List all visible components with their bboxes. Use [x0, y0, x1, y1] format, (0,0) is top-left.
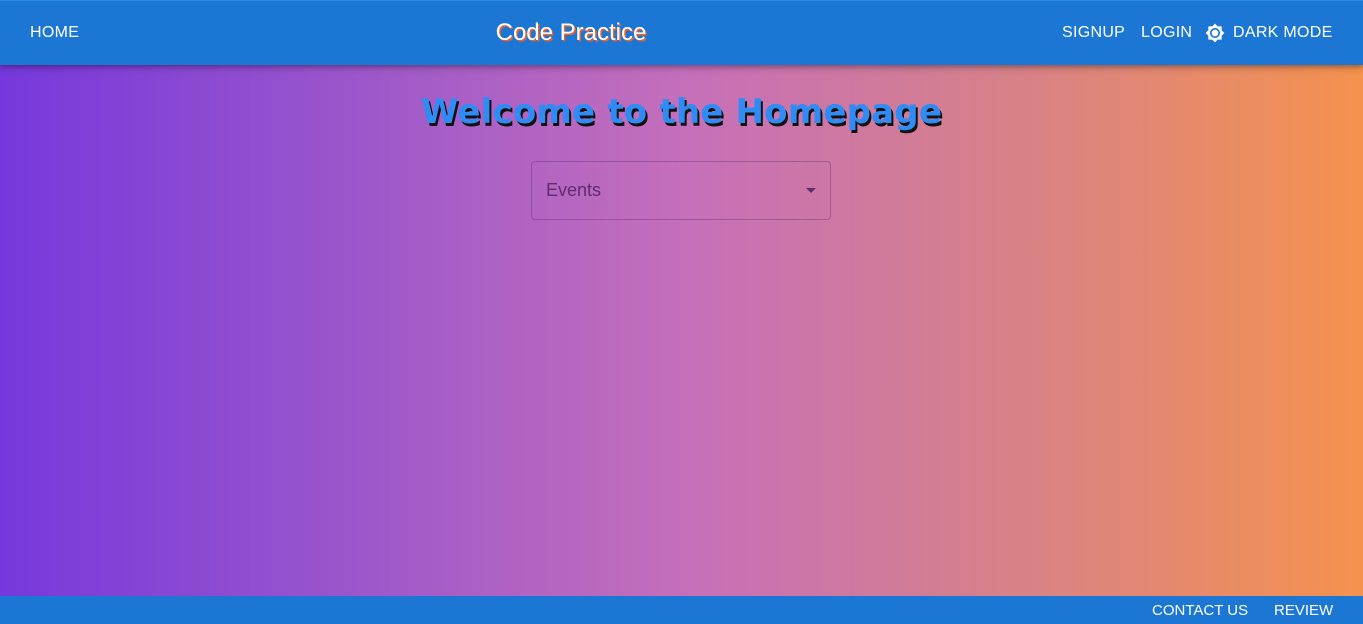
home-button[interactable]: HOME: [30, 1, 79, 65]
app-title: Code Practice: [495, 19, 647, 46]
events-select[interactable]: Events: [531, 161, 831, 220]
select-value: Events: [546, 180, 602, 200]
page-heading: Welcome to the Homepage: [420, 92, 943, 132]
brightness-icon: [1205, 23, 1225, 43]
top-app-bar: HOME Code Practice SIGNUP LOGIN DARK MOD…: [0, 0, 1363, 65]
dark-mode-button[interactable]: DARK MODE: [1205, 1, 1333, 65]
footer-bar: CONTACT US REVIEW: [0, 596, 1363, 624]
contact-us-button[interactable]: CONTACT US: [1152, 596, 1248, 624]
signup-button[interactable]: SIGNUP: [1062, 1, 1125, 65]
login-button[interactable]: LOGIN: [1141, 1, 1192, 65]
dark-mode-label: DARK MODE: [1233, 24, 1333, 41]
arrow-drop-down-icon: [806, 188, 816, 193]
review-button[interactable]: REVIEW: [1274, 596, 1333, 624]
